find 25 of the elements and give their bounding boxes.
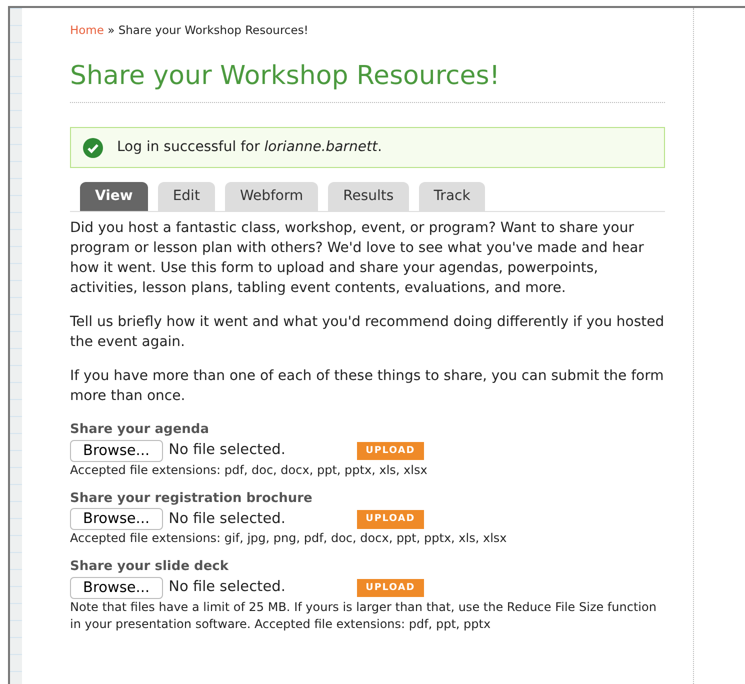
tab[interactable]: View — [80, 182, 148, 212]
browse-button[interactable]: Browse... — [70, 440, 163, 462]
breadcrumb-separator: » — [108, 23, 115, 37]
browse-button[interactable]: Browse... — [70, 576, 163, 599]
check-circle-icon — [83, 138, 103, 158]
browse-button[interactable]: Browse... — [70, 508, 163, 530]
field-label: Share your slide deck — [70, 558, 230, 576]
tab[interactable]: Track — [418, 182, 486, 212]
field-description: Accepted file extensions: pdf, doc, docx, ppt, pptx, xls, xlsx — [70, 462, 428, 479]
status-message: Log in successful for lorianne.barnett. — [117, 138, 382, 158]
tab[interactable]: Results — [328, 182, 409, 212]
field-description: Accepted file extensions: gif, jpg, png, pdf, doc, docx, ppt, pptx, xls, xlsx — [70, 530, 508, 548]
file-status: No file selected. — [168, 510, 286, 529]
paragraph: Tell us briefly how it went and what you'd recommend doing differently if you hosted the event again. — [70, 313, 665, 352]
paragraph: If you have more than one of each of these things to share, you can submit the form more than once. — [70, 367, 665, 406]
tab[interactable]: Webform — [224, 182, 318, 212]
file-status: No file selected. — [168, 441, 286, 460]
field-label: Share your agenda — [70, 421, 210, 440]
file-status: No file selected. — [168, 578, 286, 598]
field-label: Share your registration brochure — [70, 490, 314, 508]
paragraph: Did you host a fantastic class, workshop, event, or program? Want to share your program or lesson plan with others? We'd love to see what you've made and hear how it went. Use this form to upload and share your agendas, powerpoints, activities, lesson plans, tabling event contents, evaluations, and more. — [70, 219, 645, 298]
field-description: Note that files have a limit of 25 MB. If yours is larger than that, use the Reduce File Size function in your presentation software. Accepted file extensions: pdf, ppt, pptx — [70, 598, 658, 633]
tab[interactable]: Edit — [158, 182, 215, 212]
breadcrumb-current: Share your Workshop Resources! — [118, 23, 308, 37]
page-title: Share your Workshop Resources! — [70, 39, 665, 104]
